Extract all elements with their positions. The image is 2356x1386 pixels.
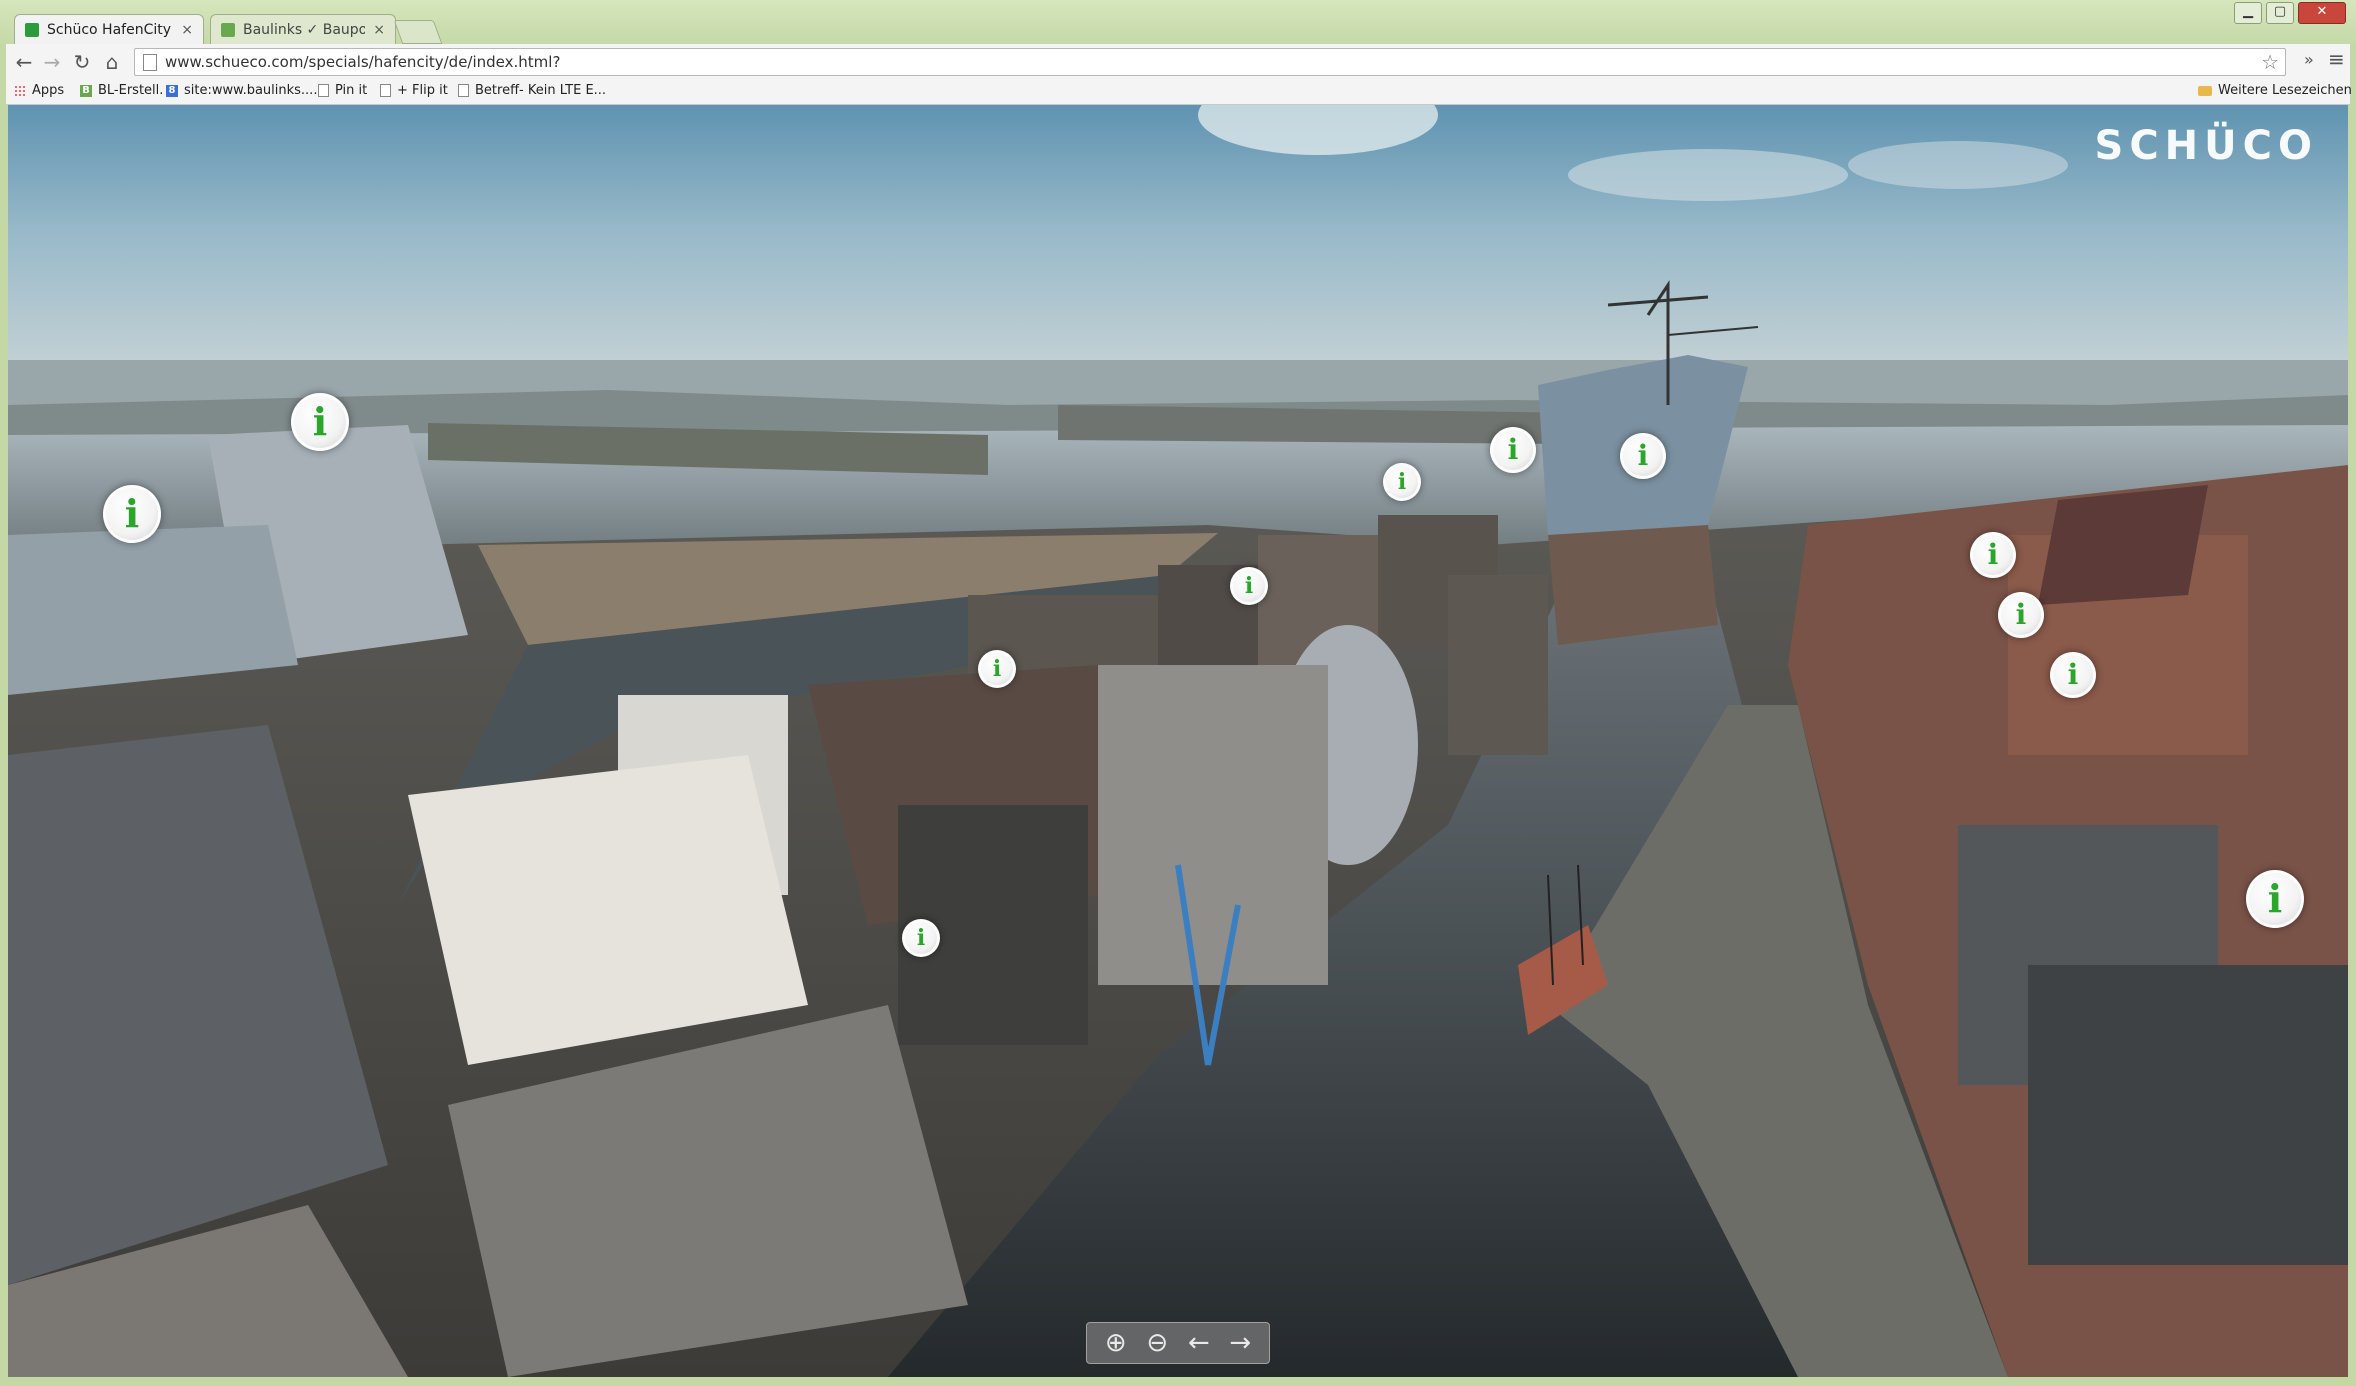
baulinks-icon: B [80, 84, 92, 97]
browser-toolbar: ← → ↻ ⌂ www.schueco.com/specials/hafenci… [6, 44, 2350, 81]
forward-button[interactable]: → [38, 48, 66, 76]
minimize-button[interactable]: ▁ [2234, 2, 2262, 24]
title-bar: Schüco HafenCity Hamb × Baulinks ✓ Baupo… [0, 0, 2356, 44]
home-button[interactable]: ⌂ [98, 48, 126, 76]
info-hotspot-dalmannkai[interactable]: i [1383, 463, 1421, 501]
other-bookmarks[interactable]: Weitere Lesezeichen [2198, 83, 2352, 98]
page-icon [458, 84, 469, 97]
window-controls: ▁ ▢ ✕ [2234, 2, 2346, 24]
bookmarks-bar: Apps B BL-Erstell. 8 site:www.baulinks..… [6, 80, 2352, 105]
tab-close-icon[interactable]: × [181, 22, 193, 38]
info-hotspot-sandtorkai[interactable]: i [978, 650, 1016, 688]
tab-baulinks[interactable]: Baulinks ✓ Bauportal fü × [210, 14, 396, 44]
zoom-out-icon[interactable]: ⊖ [1139, 1327, 1175, 1359]
info-hotspot-elbphilharmonie[interactable]: i [1620, 433, 1666, 479]
google-icon: 8 [166, 84, 178, 97]
close-window-button[interactable]: ✕ [2298, 2, 2346, 24]
schueco-logo[interactable]: SCHÜCO [2095, 123, 2318, 169]
zoom-in-icon[interactable]: ⊕ [1098, 1327, 1134, 1359]
tab-label: Baulinks ✓ Bauportal fü [243, 21, 365, 38]
browser-menu-icon[interactable]: ≡ [2328, 47, 2345, 71]
apps-icon [14, 84, 26, 97]
pan-right-icon[interactable]: → [1222, 1327, 1258, 1359]
tab-schueco[interactable]: Schüco HafenCity Hamb × [14, 14, 204, 44]
panorama-image[interactable] [8, 105, 2348, 1377]
info-hotspot-kaiserkai[interactable]: i [1230, 567, 1268, 605]
back-button[interactable]: ← [10, 48, 38, 76]
bookmark-pin-it[interactable]: Pin it [318, 83, 367, 98]
bookmark-betreff[interactable]: Betreff- Kein LTE E... [458, 83, 606, 98]
panorama-viewer[interactable]: SCHÜCO i i i i i i i i i i i i ⊕ ⊖ ← → [8, 105, 2348, 1377]
address-bar[interactable]: www.schueco.com/specials/hafencity/de/in… [134, 48, 2286, 76]
bookmark-flip-it[interactable]: + Flip it [380, 83, 448, 98]
tab-label: Schüco HafenCity Hamb [47, 21, 173, 38]
info-hotspot-am-sandtorpark[interactable]: i [902, 919, 940, 957]
info-hotspot-elbphilharmonie-west[interactable]: i [1490, 427, 1536, 473]
info-hotspot-marco-polo[interactable]: i [291, 393, 349, 451]
viewer-controls: ⊕ ⊖ ← → [1086, 1322, 1270, 1364]
bookmark-apps[interactable]: Apps [14, 83, 64, 98]
page-icon [380, 84, 391, 97]
url-text[interactable]: www.schueco.com/specials/hafencity/de/in… [165, 53, 560, 71]
schueco-favicon-icon [25, 22, 39, 37]
bookmark-star-icon[interactable]: ☆ [2261, 50, 2279, 74]
tab-close-icon[interactable]: × [373, 22, 385, 38]
extensions-overflow-icon[interactable]: » [2304, 50, 2314, 69]
new-tab-button[interactable] [393, 20, 443, 44]
info-hotspot-speicherstadt-2[interactable]: i [1998, 592, 2044, 638]
bookmark-site-search[interactable]: 8 site:www.baulinks.... [166, 83, 317, 98]
folder-icon [2198, 85, 2212, 96]
page-icon [318, 84, 329, 97]
pan-left-icon[interactable]: ← [1181, 1327, 1217, 1359]
browser-window: Schüco HafenCity Hamb × Baulinks ✓ Baupo… [0, 0, 2356, 1386]
reload-button[interactable]: ↻ [68, 48, 96, 76]
bookmark-bl-erstell[interactable]: B BL-Erstell. [80, 83, 163, 98]
info-hotspot-unilever[interactable]: i [103, 485, 161, 543]
info-hotspot-speicherstadt-3[interactable]: i [2050, 652, 2096, 698]
maximize-button[interactable]: ▢ [2266, 2, 2294, 24]
baulinks-favicon-icon [221, 22, 235, 37]
info-hotspot-brooktorkai[interactable]: i [2246, 870, 2304, 928]
page-icon [143, 54, 157, 71]
info-hotspot-speicherstadt-1[interactable]: i [1970, 532, 2016, 578]
